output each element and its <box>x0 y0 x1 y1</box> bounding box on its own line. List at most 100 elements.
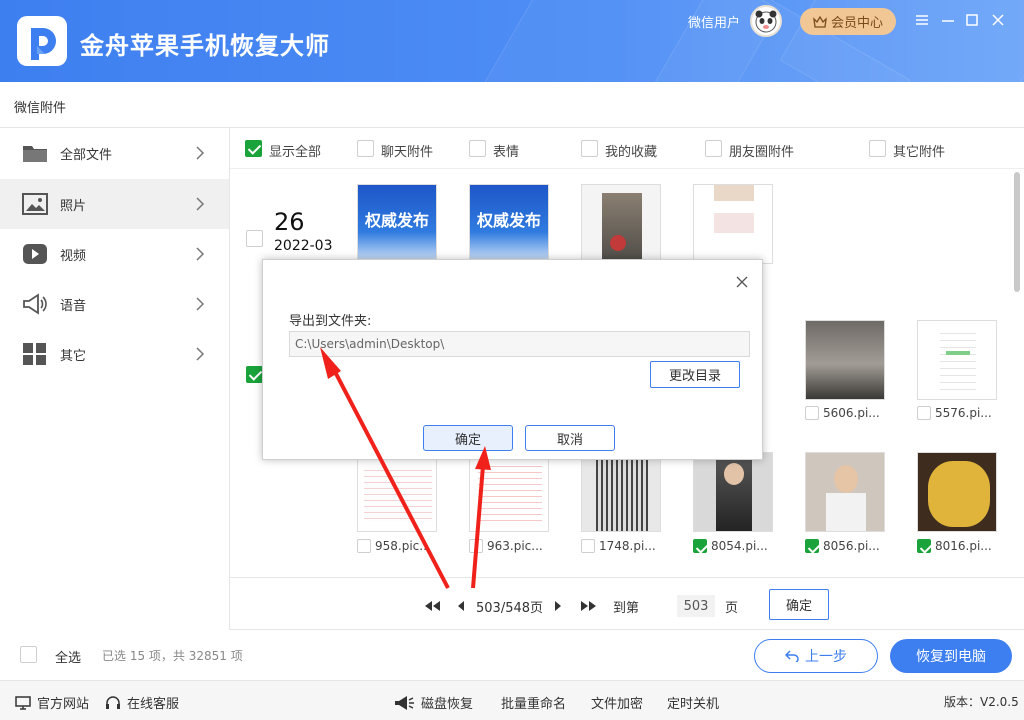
photo-thumbnail[interactable] <box>693 452 773 532</box>
scrollbar[interactable] <box>1014 172 1020 292</box>
next-page-icon[interactable] <box>553 600 563 612</box>
sidebar: 全部文件 照片 视频 语音 其它 <box>0 128 230 630</box>
filter-label: 显示全部 <box>269 145 322 160</box>
photo-thumbnail[interactable]: 权威发布 <box>357 184 437 264</box>
select-all-checkbox[interactable] <box>20 646 37 663</box>
first-page-icon[interactable] <box>423 600 441 612</box>
prev-page-icon[interactable] <box>456 600 466 612</box>
group-checkbox[interactable] <box>246 230 263 247</box>
filter-label: 表情 <box>493 145 520 160</box>
photo-thumbnail[interactable] <box>357 452 437 532</box>
sidebar-item-label: 全部文件 <box>60 147 113 163</box>
disk-recovery-link[interactable]: 磁盘恢复 <box>393 693 473 712</box>
version-label: 版本：V2.0.5 <box>944 695 1019 709</box>
minimize-icon[interactable] <box>940 12 956 28</box>
username[interactable]: 微信用户 <box>688 12 740 31</box>
export-path-field[interactable]: C:\Users\admin\Desktop\ <box>289 331 750 357</box>
file-encrypt-label: 文件加密 <box>591 697 644 712</box>
change-directory-button[interactable]: 更改目录 <box>650 361 740 388</box>
file-checkbox[interactable] <box>917 406 931 420</box>
file-checkbox[interactable] <box>693 539 707 553</box>
batch-rename-link[interactable]: 批量重命名 <box>501 693 566 712</box>
sidebar-item-all-files[interactable]: 全部文件 <box>0 128 229 178</box>
disk-recovery-label: 磁盘恢复 <box>421 697 474 712</box>
menu-icon[interactable] <box>914 12 930 28</box>
avatar[interactable] <box>750 5 782 37</box>
confirm-button[interactable]: 确定 <box>423 425 513 451</box>
photo-thumbnail[interactable] <box>469 452 549 532</box>
folder-icon <box>23 146 47 162</box>
sidebar-item-label: 照片 <box>60 198 87 214</box>
close-icon[interactable] <box>736 276 748 288</box>
megaphone-icon <box>395 695 414 710</box>
vip-center-label: 会员中心 <box>830 16 883 31</box>
filter-label: 朋友圈附件 <box>729 145 795 160</box>
page-input[interactable]: 503 <box>677 595 715 617</box>
file-encrypt-link[interactable]: 文件加密 <box>591 693 643 712</box>
pagination: 503/548页 到第 503 页 确定 <box>230 577 1024 630</box>
photo-thumbnail[interactable] <box>917 320 997 400</box>
breadcrumb: 微信附件 <box>0 82 1024 128</box>
chevron-right-icon <box>196 247 205 261</box>
last-page-icon[interactable] <box>580 600 598 612</box>
filter-checkbox-moments[interactable] <box>705 140 722 157</box>
official-website-link[interactable]: 官方网站 <box>15 693 89 712</box>
vip-center-button[interactable]: 会员中心 <box>800 8 896 35</box>
app-logo <box>17 16 67 66</box>
file-checkbox[interactable] <box>805 539 819 553</box>
official-website-label: 官方网站 <box>37 697 90 712</box>
file-name: 958.pic... <box>375 539 431 553</box>
file-checkbox[interactable] <box>357 539 371 553</box>
sidebar-item-voice[interactable]: 语音 <box>0 279 229 329</box>
file-name: 8056.pi... <box>823 539 880 553</box>
recover-to-pc-button[interactable]: 恢复到电脑 <box>890 639 1012 673</box>
page-unit: 页 <box>725 601 739 616</box>
filter-checkbox-favorites[interactable] <box>581 140 598 157</box>
action-bar: 全选 已选 15 项，共 32851 项 上一步 恢复到电脑 <box>0 630 1024 680</box>
online-service-label: 在线客服 <box>127 697 180 712</box>
previous-step-button[interactable]: 上一步 <box>754 639 878 673</box>
group-checkbox[interactable] <box>246 366 263 383</box>
sidebar-item-others[interactable]: 其它 <box>0 329 229 379</box>
panda-avatar-icon <box>755 10 777 33</box>
app-title: 金舟苹果手机恢复大师 <box>80 32 330 60</box>
monitor-icon <box>15 695 31 710</box>
file-checkbox[interactable] <box>805 406 819 420</box>
sidebar-item-videos[interactable]: 视频 <box>0 229 229 279</box>
photo-thumbnail[interactable] <box>581 184 661 264</box>
speaker-icon <box>23 293 47 315</box>
filter-checkbox-emoji[interactable] <box>469 140 486 157</box>
online-service-link[interactable]: 在线客服 <box>105 693 179 712</box>
filter-checkbox-all[interactable] <box>245 140 262 157</box>
image-icon <box>22 193 48 215</box>
page-status: 503/548页 <box>476 601 544 616</box>
close-icon[interactable] <box>990 12 1006 28</box>
maximize-icon[interactable] <box>964 12 980 28</box>
photo-thumbnail[interactable]: 权威发布 <box>469 184 549 264</box>
photo-thumbnail[interactable] <box>693 184 773 264</box>
photo-thumbnail[interactable] <box>581 452 661 532</box>
file-name: 1748.pi... <box>599 539 656 553</box>
undo-icon <box>785 650 799 662</box>
filter-checkbox-other[interactable] <box>869 140 886 157</box>
filter-checkbox-chat[interactable] <box>357 140 374 157</box>
photo-thumbnail[interactable] <box>805 320 885 400</box>
chevron-right-icon <box>196 297 205 311</box>
photo-thumbnail[interactable] <box>917 452 997 532</box>
goto-page-button[interactable]: 确定 <box>769 589 829 620</box>
cancel-button[interactable]: 取消 <box>525 425 615 451</box>
logo-icon <box>31 28 56 60</box>
selection-summary: 已选 15 项，共 32851 项 <box>102 649 243 663</box>
sidebar-item-label: 视频 <box>60 248 87 264</box>
goto-label: 到第 <box>613 601 640 616</box>
thumbnail-text: 权威发布 <box>476 211 541 230</box>
group-date: 26 2022-03 <box>274 208 333 254</box>
file-checkbox[interactable] <box>917 539 931 553</box>
file-checkbox[interactable] <box>581 539 595 553</box>
group-year-month: 2022-03 <box>274 238 333 254</box>
scheduled-shutdown-link[interactable]: 定时关机 <box>667 693 719 712</box>
photo-thumbnail[interactable] <box>805 452 885 532</box>
sidebar-item-photos[interactable]: 照片 <box>0 179 229 229</box>
batch-rename-label: 批量重命名 <box>501 697 567 712</box>
file-checkbox[interactable] <box>469 539 483 553</box>
